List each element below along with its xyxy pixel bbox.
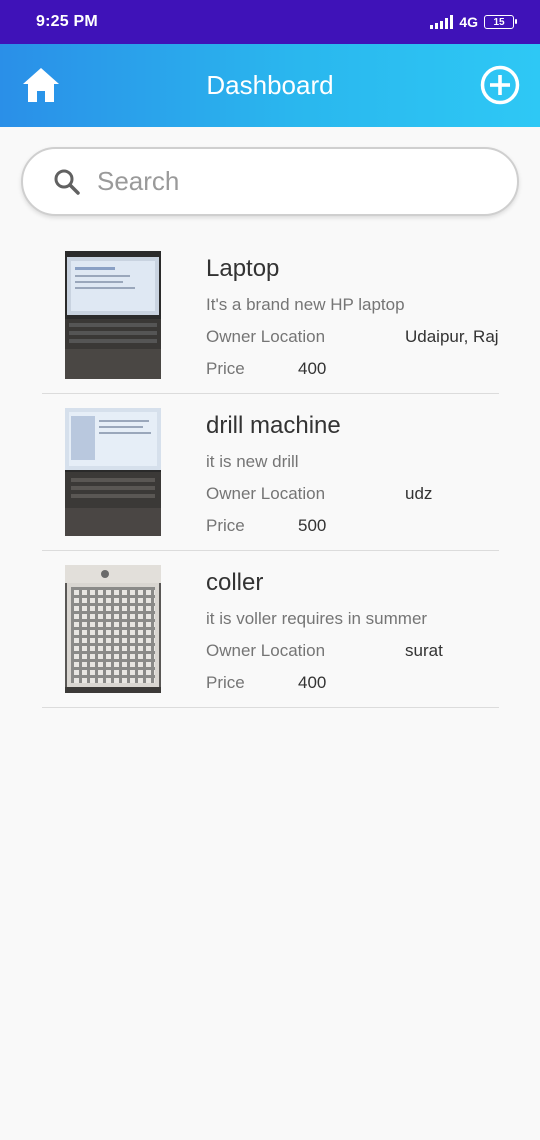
price-label: Price	[206, 673, 245, 692]
status-bar: 9:25 PM 4G 15	[0, 0, 540, 44]
list-item[interactable]: coller it is voller requires in summer O…	[42, 551, 499, 708]
search-input[interactable]	[97, 166, 477, 197]
home-button[interactable]	[20, 64, 62, 106]
list-item[interactable]: drill machine it is new drill Owner Loca…	[42, 394, 499, 551]
search-icon	[51, 166, 83, 198]
battery-level: 15	[493, 16, 505, 28]
list-item[interactable]: Laptop It's a brand new HP laptop Owner …	[42, 237, 499, 394]
item-description: it is voller requires in summer	[206, 609, 428, 628]
add-circle-icon	[480, 65, 520, 105]
owner-location-label: Owner Location	[206, 484, 326, 503]
item-description: it is new drill	[206, 452, 299, 471]
owner-location-label: Owner Location	[206, 641, 326, 660]
item-description: It's a brand new HP laptop	[206, 295, 405, 314]
owner-location-value: Udaipur, Raj	[405, 327, 499, 346]
item-title: Laptop	[206, 255, 280, 282]
price-value: 400	[298, 359, 327, 378]
item-list: Laptop It's a brand new HP laptop Owner …	[42, 237, 499, 708]
price-value: 400	[298, 673, 327, 692]
item-image	[65, 251, 161, 379]
page-title: Dashboard	[206, 70, 334, 100]
signal-icon	[430, 15, 454, 29]
owner-location-value: udz	[405, 484, 433, 503]
battery-icon: 15	[484, 15, 517, 29]
price-label: Price	[206, 516, 245, 535]
status-time: 9:25 PM	[36, 13, 98, 30]
item-title: drill machine	[206, 412, 341, 439]
home-icon	[23, 68, 59, 102]
network-type: 4G	[459, 14, 478, 30]
owner-location-label: Owner Location	[206, 327, 326, 346]
status-indicators: 4G 15	[430, 14, 517, 30]
item-image	[65, 408, 161, 536]
price-value: 500	[298, 516, 327, 535]
app-bar: Dashboard	[0, 44, 540, 127]
price-label: Price	[206, 359, 245, 378]
add-item-button[interactable]	[480, 65, 520, 105]
search-bar[interactable]	[21, 147, 519, 216]
item-image	[65, 565, 161, 693]
owner-location-value: surat	[405, 641, 443, 660]
item-title: coller	[206, 569, 264, 596]
